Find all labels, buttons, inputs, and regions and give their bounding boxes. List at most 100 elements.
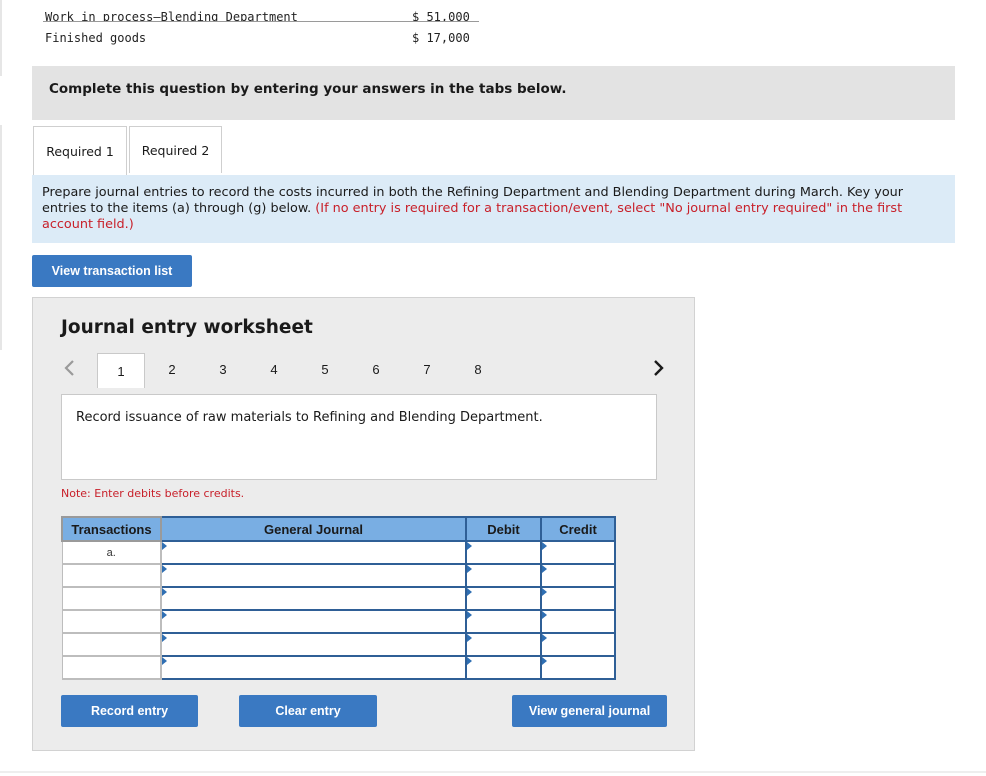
tab-required-2[interactable]: Required 2 — [129, 126, 222, 173]
account-field[interactable] — [160, 655, 469, 680]
table-row — [61, 655, 618, 680]
chevron-right-icon[interactable] — [651, 358, 665, 378]
dropdown-marker-icon — [162, 611, 167, 619]
top-line-value: $ 51,000 — [412, 11, 470, 21]
dropdown-marker-icon — [542, 634, 547, 642]
credit-field[interactable] — [540, 655, 618, 680]
table-row: a. — [61, 540, 618, 565]
credit-input[interactable] — [542, 588, 618, 609]
debit-field[interactable] — [465, 563, 544, 588]
view-transaction-list-button[interactable]: View transaction list — [32, 255, 192, 287]
view-general-journal-button[interactable]: View general journal — [512, 695, 667, 727]
left-edge-rule — [0, 0, 2, 76]
dropdown-marker-icon — [542, 611, 547, 619]
transaction-cell — [61, 632, 162, 657]
account-input[interactable] — [162, 565, 469, 586]
page-tab-5[interactable]: 5 — [301, 353, 349, 386]
debit-field[interactable] — [465, 540, 544, 565]
credit-field[interactable] — [540, 632, 618, 657]
transaction-cell: a. — [61, 540, 162, 565]
account-field[interactable] — [160, 586, 469, 611]
dropdown-marker-icon — [467, 565, 472, 573]
top-line-label: Work in process—Blending Department — [45, 11, 298, 21]
credit-input[interactable] — [542, 611, 618, 632]
table-row — [61, 632, 618, 657]
header-credit: Credit — [540, 516, 616, 542]
credit-input[interactable] — [542, 657, 618, 678]
dropdown-marker-icon — [162, 588, 167, 596]
debit-field[interactable] — [465, 609, 544, 634]
finished-goods-label: Finished goods — [45, 31, 147, 45]
page-tab-3[interactable]: 3 — [199, 353, 247, 386]
dropdown-marker-icon — [467, 588, 472, 596]
credit-field[interactable] — [540, 563, 618, 588]
account-input[interactable] — [162, 588, 469, 609]
dropdown-marker-icon — [542, 588, 547, 596]
instructions-banner: Complete this question by entering your … — [32, 66, 955, 120]
account-field[interactable] — [160, 563, 469, 588]
table-row — [61, 586, 618, 611]
page-tab-4[interactable]: 4 — [250, 353, 298, 386]
page-tab-2[interactable]: 2 — [148, 353, 196, 386]
account-field[interactable] — [160, 609, 469, 634]
dropdown-marker-icon — [162, 542, 167, 550]
transaction-cell — [61, 563, 162, 588]
debits-note: Note: Enter debits before credits. — [61, 487, 245, 500]
header-debit: Debit — [465, 516, 542, 542]
account-field[interactable] — [160, 632, 469, 657]
left-edge-rule — [0, 125, 2, 350]
credit-input[interactable] — [542, 634, 618, 655]
page-tab-1[interactable]: 1 — [97, 353, 145, 388]
header-general-journal: General Journal — [160, 516, 467, 542]
account-field[interactable] — [160, 540, 469, 565]
dropdown-marker-icon — [542, 657, 547, 665]
journal-table: Transactions General Journal Debit Credi… — [61, 516, 618, 680]
debit-input[interactable] — [467, 611, 544, 632]
credit-input[interactable] — [542, 565, 618, 586]
top-divider — [43, 21, 479, 22]
dropdown-marker-icon — [542, 565, 547, 573]
dropdown-marker-icon — [542, 542, 547, 550]
account-input[interactable] — [162, 611, 469, 632]
debit-input[interactable] — [467, 657, 544, 678]
header-transactions: Transactions — [61, 516, 162, 542]
account-input[interactable] — [162, 657, 469, 678]
debit-field[interactable] — [465, 632, 544, 657]
account-input[interactable] — [162, 542, 469, 563]
worksheet-title: Journal entry worksheet — [61, 317, 313, 338]
debit-field[interactable] — [465, 586, 544, 611]
table-row — [61, 563, 618, 588]
record-entry-button[interactable]: Record entry — [61, 695, 198, 727]
tab-required-1[interactable]: Required 1 — [33, 126, 127, 175]
dropdown-marker-icon — [162, 634, 167, 642]
debit-input[interactable] — [467, 542, 544, 563]
finished-goods-value: $ 17,000 — [412, 31, 470, 45]
credit-field[interactable] — [540, 586, 618, 611]
dropdown-marker-icon — [162, 657, 167, 665]
table-row — [61, 609, 618, 634]
bottom-rule — [0, 771, 986, 773]
entry-description: Record issuance of raw materials to Refi… — [61, 394, 657, 480]
page-tab-6[interactable]: 6 — [352, 353, 400, 386]
dropdown-marker-icon — [467, 542, 472, 550]
debit-input[interactable] — [467, 634, 544, 655]
account-input[interactable] — [162, 634, 469, 655]
debit-input[interactable] — [467, 588, 544, 609]
entry-description-text: Record issuance of raw materials to Refi… — [76, 410, 543, 425]
credit-field[interactable] — [540, 540, 618, 565]
page-tab-8[interactable]: 8 — [454, 353, 502, 386]
transaction-cell — [61, 586, 162, 611]
credit-input[interactable] — [542, 542, 618, 563]
debit-field[interactable] — [465, 655, 544, 680]
credit-field[interactable] — [540, 609, 618, 634]
dropdown-marker-icon — [467, 611, 472, 619]
chevron-left-icon[interactable] — [63, 358, 77, 378]
dropdown-marker-icon — [467, 634, 472, 642]
dropdown-marker-icon — [467, 657, 472, 665]
page-tab-7[interactable]: 7 — [403, 353, 451, 386]
banner-text: Complete this question by entering your … — [49, 81, 567, 97]
clear-entry-button[interactable]: Clear entry — [239, 695, 377, 727]
debit-input[interactable] — [467, 565, 544, 586]
dropdown-marker-icon — [162, 565, 167, 573]
transaction-cell — [61, 655, 162, 680]
